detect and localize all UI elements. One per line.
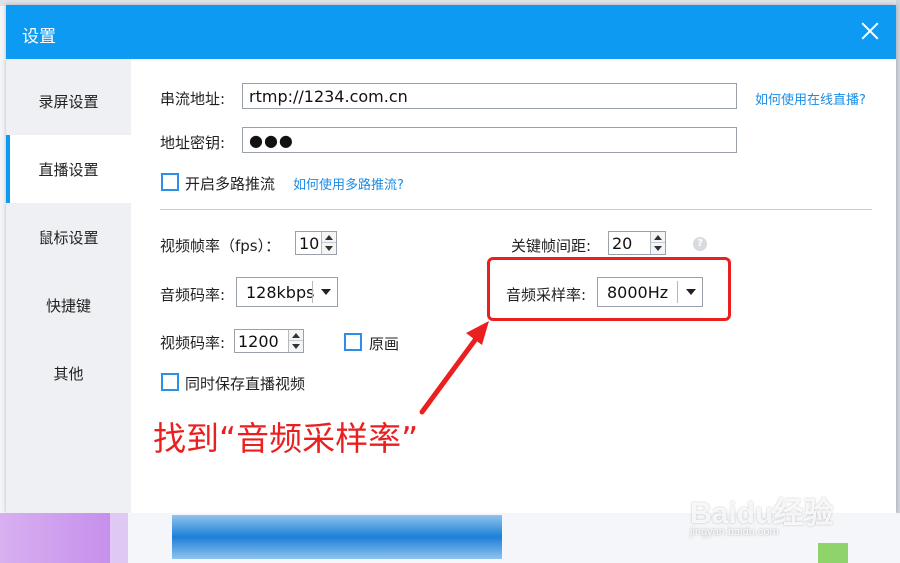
annotation-text: 找到“音频采样率” xyxy=(153,419,419,458)
blurred-block xyxy=(818,543,848,563)
blurred-block xyxy=(110,513,128,563)
annotation-arrow xyxy=(419,321,489,415)
blurred-block xyxy=(172,515,502,559)
watermark-url: jingyan.baidu.com xyxy=(690,526,779,538)
blurred-block xyxy=(0,513,110,563)
